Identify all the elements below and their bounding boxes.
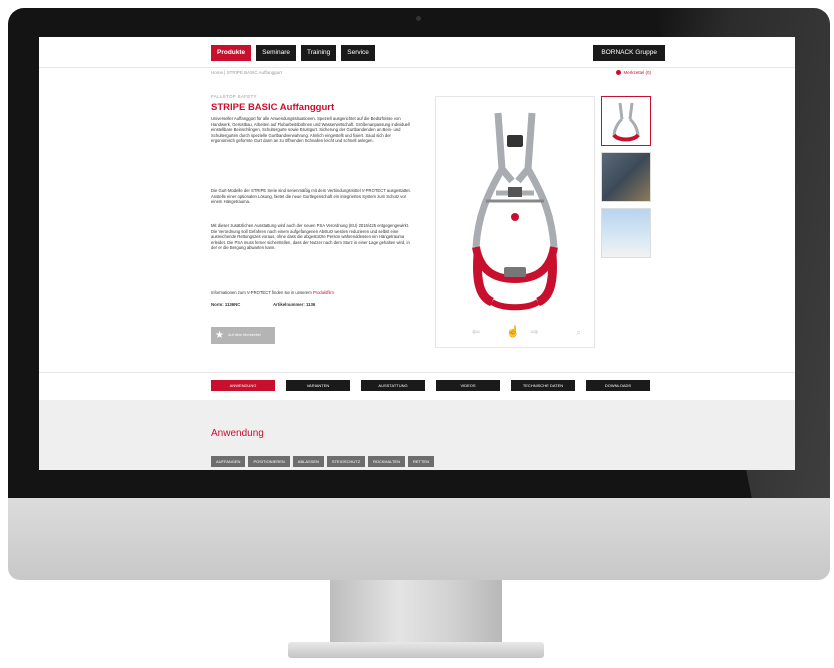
zoom-icon[interactable]: ⌕ bbox=[576, 327, 581, 338]
group-button[interactable]: BORNACK Gruppe bbox=[593, 45, 665, 61]
website-screen: Produkte Seminare Training Service BORNA… bbox=[39, 37, 795, 470]
main-nav: Produkte Seminare Training Service bbox=[211, 45, 375, 61]
product-title: STRIPE BASIC Auffanggurt bbox=[211, 102, 335, 113]
wishlist-link[interactable]: Merkzettel (0) bbox=[616, 70, 651, 75]
section-title: Anwendung bbox=[211, 428, 264, 439]
add-to-wishlist-button[interactable]: ★ Auf dem Merkzettel bbox=[211, 327, 275, 344]
wishlist-label: Merkzettel (0) bbox=[623, 70, 651, 75]
filter-auffangen[interactable]: AUFFANGEN bbox=[211, 456, 246, 467]
monitor-stand bbox=[330, 580, 502, 642]
monitor-chin bbox=[8, 498, 830, 580]
tab-varianten[interactable]: VARIANTEN bbox=[286, 380, 350, 391]
drag-hand-icon[interactable]: ☝ bbox=[506, 325, 520, 338]
product-description-1: Universeller Auffanggurt für alle Anwend… bbox=[211, 116, 410, 144]
tab-technische-daten[interactable]: TECHNISCHE DATEN bbox=[511, 380, 575, 391]
harness-image bbox=[472, 112, 558, 311]
norm-label: Norm: 1136NC bbox=[211, 302, 241, 307]
tab-anwendung[interactable]: ANWENDUNG bbox=[211, 380, 275, 391]
swipe-right-icon[interactable]: ⇒ bbox=[530, 327, 538, 338]
product-section: FALLSTOP SAFETY STRIPE BASIC Auffanggurt… bbox=[39, 80, 795, 372]
monitor-foot bbox=[288, 642, 544, 658]
star-icon: ★ bbox=[215, 330, 224, 341]
product-description-3: Mit dieser zusätzlichen Ausstattung wird… bbox=[211, 223, 410, 251]
header: Produkte Seminare Training Service BORNA… bbox=[39, 37, 795, 67]
product-brand: FALLSTOP SAFETY bbox=[211, 94, 257, 99]
thumbnail-climbing-photo[interactable] bbox=[601, 152, 651, 202]
product-description-4: Informationen zum V-PROTECT finden sie i… bbox=[211, 290, 411, 296]
filter-ablassen[interactable]: ABLASSEN bbox=[292, 456, 324, 467]
nav-service[interactable]: Service bbox=[341, 45, 375, 61]
product-image-viewer[interactable]: ⇐ ☝ ⇒ ⌕ bbox=[435, 96, 595, 348]
nav-produkte[interactable]: Produkte bbox=[211, 45, 252, 61]
thumbnail-worker-photo[interactable] bbox=[601, 208, 651, 258]
article-number: Artikelnummer: 1136 bbox=[273, 302, 316, 307]
tab-downloads[interactable]: DOWNLOADS bbox=[586, 380, 650, 391]
thumbnail-harness[interactable] bbox=[601, 96, 651, 146]
filter-retten[interactable]: RETTEN bbox=[407, 456, 434, 467]
filter-steigschutz[interactable]: STEIGSCHUTZ bbox=[326, 456, 366, 467]
breadcrumb-bar: Home | STRIPE BASIC Auffanggurt Merkzett… bbox=[39, 67, 795, 81]
nav-seminare[interactable]: Seminare bbox=[256, 45, 296, 61]
wishlist-button-label: Auf dem Merkzettel bbox=[227, 333, 261, 338]
product-tabs: ANWENDUNG VARIANTEN AUSSTATTUNG VIDEOS T… bbox=[39, 372, 795, 401]
application-section: Anwendung AUFFANGEN POSITIONIEREN ABLASS… bbox=[39, 400, 795, 470]
wishlist-icon bbox=[616, 70, 622, 75]
nav-training[interactable]: Training bbox=[301, 45, 337, 61]
film-info-text: Informationen zum V-PROTECT finden sie i… bbox=[211, 290, 312, 295]
tab-ausstattung[interactable]: AUSSTATTUNG bbox=[361, 380, 425, 391]
product-film-link[interactable]: Produktfilm bbox=[313, 290, 334, 295]
breadcrumb[interactable]: Home | STRIPE BASIC Auffanggurt bbox=[211, 70, 282, 75]
tab-videos[interactable]: VIDEOS bbox=[436, 380, 500, 391]
filter-positionieren[interactable]: POSITIONIEREN bbox=[248, 456, 290, 467]
swipe-left-icon[interactable]: ⇐ bbox=[472, 327, 480, 338]
product-description-2: Die Gurt-Modelle der STRIPE Serie sind s… bbox=[211, 188, 411, 205]
webcam bbox=[416, 16, 421, 21]
application-filters: AUFFANGEN POSITIONIEREN ABLASSEN STEIGSC… bbox=[211, 456, 434, 467]
filter-rueckhalten[interactable]: RÜCKHALTEN bbox=[368, 456, 405, 467]
